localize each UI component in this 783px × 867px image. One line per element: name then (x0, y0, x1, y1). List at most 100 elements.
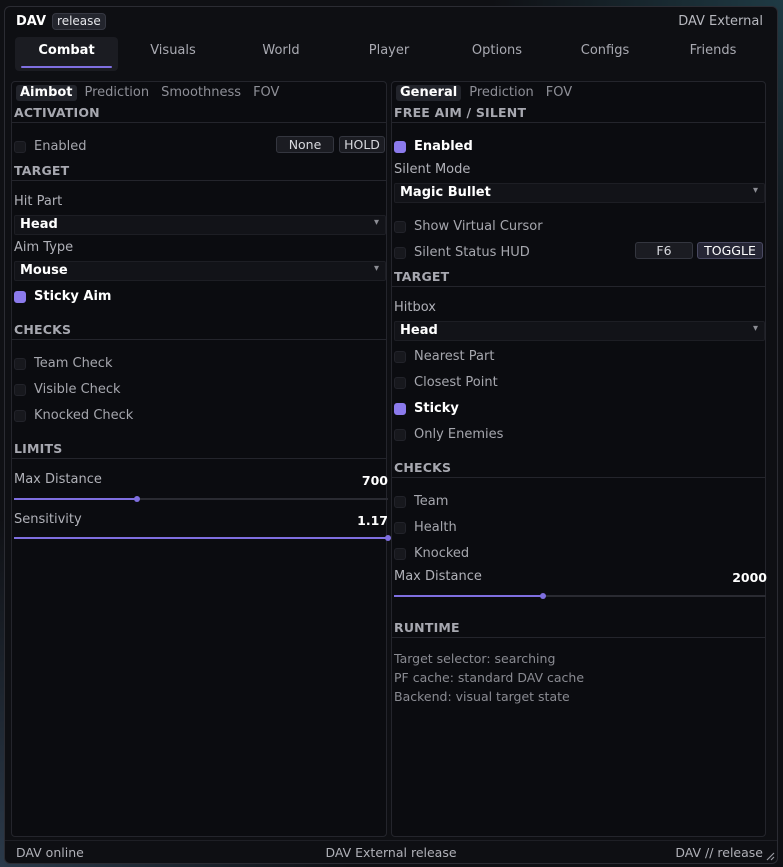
tab-player[interactable]: Player (342, 37, 436, 71)
runtime-line: Target selector: searching (394, 651, 556, 666)
nearest-part-checkbox[interactable]: Nearest Part (394, 349, 494, 364)
only-enemies-label: Only Enemies (414, 427, 504, 442)
only-enemies-checkbox[interactable]: Only Enemies (394, 427, 503, 442)
aim-type-dropdown[interactable]: Mouse ▾ (14, 261, 386, 281)
slider-knob[interactable] (134, 496, 141, 502)
tab-friends[interactable]: Friends (666, 37, 760, 71)
hitbox-label: Hitbox (394, 300, 436, 315)
window-title: DAV External (678, 14, 763, 29)
silent-aim-panel: General Prediction FOV FREE AIM / SILENT… (391, 81, 767, 837)
aimbot-panel: Aimbot Prediction Smoothness FOV ACTIVAT… (11, 81, 391, 837)
visible-check-label: Visible Check (34, 382, 121, 397)
hud-keybind-button[interactable]: F6 (635, 242, 693, 259)
knocked-check-checkbox[interactable]: Knocked Check (14, 408, 133, 423)
sticky-aim-label: Sticky Aim (34, 289, 112, 304)
subtab-general[interactable]: General (396, 85, 462, 101)
checkbox-box (394, 140, 406, 153)
hit-part-label: Hit Part (14, 194, 63, 209)
status-bar: DAV online DAV External release DAV // r… (5, 840, 777, 863)
section-target: TARGET (14, 163, 70, 178)
divider (12, 458, 386, 459)
checkbox-box (14, 140, 26, 153)
tab-configs[interactable]: Configs (558, 37, 652, 71)
sensitivity-label: Sensitivity (14, 512, 82, 527)
keybind-mode-button[interactable]: HOLD (339, 136, 385, 153)
tab-combat[interactable]: Combat (15, 37, 118, 71)
checkbox-box (14, 383, 26, 396)
subtab-fov[interactable]: FOV (542, 85, 576, 101)
silent-enabled-checkbox[interactable]: Enabled (394, 139, 473, 154)
max-distance-value: 700 (361, 473, 388, 488)
tab-visuals[interactable]: Visuals (126, 37, 220, 71)
subtab-aimbot[interactable]: Aimbot (16, 85, 77, 101)
subtab-smoothness[interactable]: Smoothness (157, 85, 245, 101)
knocked-checkbox[interactable]: Knocked (394, 546, 469, 561)
divider (392, 477, 765, 478)
nearest-part-label: Nearest Part (414, 349, 495, 364)
team-check-checkbox[interactable]: Team Check (14, 356, 112, 371)
section-target: TARGET (394, 269, 450, 284)
team-check-label: Team Check (34, 356, 113, 371)
checkbox-box (14, 409, 26, 422)
sticky-checkbox[interactable]: Sticky (394, 401, 459, 416)
checkbox-box (394, 220, 406, 233)
divider (12, 339, 386, 340)
team-checkbox[interactable]: Team (394, 494, 448, 509)
dropdown-value: Mouse (20, 263, 68, 278)
show-virtual-cursor-checkbox[interactable]: Show Virtual Cursor (394, 219, 543, 234)
silent-mode-label: Silent Mode (394, 162, 471, 177)
enabled-checkbox[interactable]: Enabled (14, 139, 87, 154)
silent-mode-dropdown[interactable]: Magic Bullet ▾ (394, 183, 765, 203)
knocked-check-label: Knocked Check (34, 408, 134, 423)
section-checks: CHECKS (394, 460, 452, 475)
chevron-down-icon: ▾ (373, 263, 379, 274)
resize-grip-icon[interactable] (765, 851, 775, 861)
silent-status-hud-checkbox[interactable]: Silent Status HUD (394, 245, 530, 260)
section-limits: LIMITS (14, 441, 63, 456)
hitbox-dropdown[interactable]: Head ▾ (394, 321, 765, 341)
subtab-fov[interactable]: FOV (249, 85, 283, 101)
checkbox-box (394, 521, 406, 534)
brand: DAV release (16, 13, 106, 30)
slider-fill (14, 537, 388, 539)
visible-check-checkbox[interactable]: Visible Check (14, 382, 121, 397)
chevron-down-icon: ▾ (752, 185, 758, 196)
checkbox-box (14, 357, 26, 370)
dropdown-value: Head (400, 323, 438, 338)
closest-point-checkbox[interactable]: Closest Point (394, 375, 498, 390)
hud-mode-button[interactable]: TOGGLE (697, 242, 763, 259)
divider (392, 122, 765, 123)
max-distance-label: Max Distance (394, 569, 482, 584)
keybind-button[interactable]: None (276, 136, 334, 153)
runtime-line: Backend: visual target state (394, 689, 570, 704)
max-distance-slider[interactable] (14, 496, 388, 502)
tab-options[interactable]: Options (450, 37, 544, 71)
chevron-down-icon: ▾ (373, 217, 379, 228)
aim-type-label: Aim Type (14, 240, 74, 255)
section-free-aim: FREE AIM / SILENT (394, 105, 527, 120)
max-distance-label: Max Distance (14, 472, 102, 487)
subtab-prediction[interactable]: Prediction (465, 85, 538, 101)
tab-world[interactable]: World (234, 37, 328, 71)
checkbox-box (394, 547, 406, 560)
checkbox-box (394, 376, 406, 389)
main-tabs: Combat Visuals World Player Options Conf… (5, 37, 777, 73)
slider-knob[interactable] (539, 593, 546, 599)
health-label: Health (414, 520, 457, 535)
release-badge: release (52, 13, 106, 30)
hit-part-dropdown[interactable]: Head ▾ (14, 215, 386, 235)
silent-status-hud-label: Silent Status HUD (414, 245, 530, 260)
checkbox-box (14, 290, 26, 303)
checkbox-box (394, 402, 406, 415)
sensitivity-slider[interactable] (14, 535, 391, 541)
max-distance-slider[interactable] (394, 593, 766, 599)
divider (392, 637, 765, 638)
health-checkbox[interactable]: Health (394, 520, 457, 535)
app-name: DAV (16, 14, 47, 29)
divider (12, 122, 386, 123)
section-checks: CHECKS (14, 322, 72, 337)
slider-fill (394, 595, 543, 597)
knocked-label: Knocked (414, 546, 470, 561)
subtab-prediction[interactable]: Prediction (81, 85, 154, 101)
sticky-aim-checkbox[interactable]: Sticky Aim (14, 289, 111, 304)
